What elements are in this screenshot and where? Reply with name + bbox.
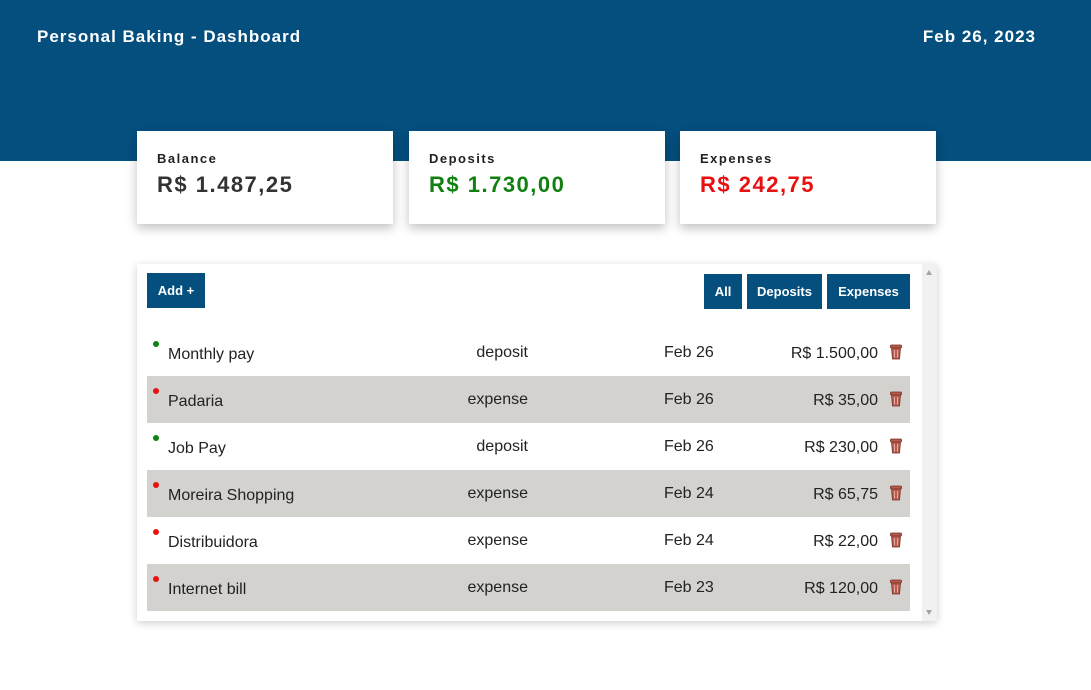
transaction-row: Internet bill expense Feb 23 R$ 120,00 [147, 564, 910, 611]
deposits-card: Deposits R$ 1.730,00 [409, 131, 665, 224]
deposit-dot-icon [153, 341, 159, 347]
transaction-name: Distribuidora [168, 534, 258, 551]
transaction-name: Moreira Shopping [168, 487, 295, 504]
transaction-date: Feb 26 [664, 344, 714, 361]
expenses-card: Expenses R$ 242,75 [680, 131, 936, 224]
balance-amount: R$ 1.487,25 [157, 172, 294, 197]
trash-icon[interactable] [890, 391, 902, 407]
transaction-value: R$ 22,00 [813, 533, 878, 550]
transaction-row: Moreira Shopping expense Feb 24 R$ 65,75 [147, 470, 910, 517]
transaction-type: deposit [476, 438, 528, 455]
transaction-value: R$ 1.500,00 [790, 345, 878, 362]
transaction-value: R$ 65,75 [813, 486, 878, 503]
transaction-type: expense [467, 532, 529, 549]
transaction-value: R$ 120,00 [804, 580, 878, 597]
expense-dot-icon [153, 529, 159, 535]
trash-icon[interactable] [890, 438, 902, 454]
transaction-type: expense [467, 391, 529, 408]
transaction-name: Monthly pay [168, 346, 255, 363]
scroll-up-arrow-icon[interactable] [926, 270, 932, 275]
transaction-row: Job Pay deposit Feb 26 R$ 230,00 [147, 423, 910, 470]
deposit-dot-icon [153, 435, 159, 441]
transaction-date: Feb 23 [664, 579, 714, 596]
trash-icon[interactable] [890, 344, 902, 360]
transaction-date: Feb 26 [664, 391, 714, 408]
expense-dot-icon [153, 482, 159, 488]
expenses-label: Expenses [700, 151, 773, 166]
trash-icon[interactable] [890, 579, 902, 595]
trash-icon[interactable] [890, 485, 902, 501]
transaction-type: expense [467, 579, 529, 596]
deposits-amount: R$ 1.730,00 [429, 172, 566, 197]
transaction-value: R$ 230,00 [804, 439, 878, 456]
transaction-name: Job Pay [168, 440, 226, 457]
scroll-down-arrow-icon[interactable] [926, 610, 932, 615]
filter-deposits-button[interactable]: Deposits [747, 274, 822, 309]
header-date: Feb 26, 2023 [922, 27, 1036, 46]
transaction-type: deposit [476, 344, 528, 361]
deposits-label: Deposits [429, 151, 496, 166]
vertical-scrollbar[interactable] [922, 264, 937, 621]
expenses-amount: R$ 242,75 [700, 172, 816, 197]
trash-icon[interactable] [890, 532, 902, 548]
transaction-value: R$ 35,00 [813, 392, 878, 409]
expense-dot-icon [153, 576, 159, 582]
add-transaction-button[interactable]: Add + [147, 273, 205, 308]
transaction-row: Monthly pay deposit Feb 26 R$ 1.500,00 [147, 329, 910, 376]
transaction-type: expense [467, 485, 529, 502]
transaction-date: Feb 26 [664, 438, 714, 455]
balance-label: Balance [157, 151, 218, 166]
transactions-list: Monthly pay deposit Feb 26 R$ 1.500,00 Padar… [147, 329, 910, 611]
transaction-name: Internet bill [168, 581, 247, 598]
transaction-row: Distribuidora expense Feb 24 R$ 22,00 [147, 517, 910, 564]
transactions-panel: Add + All Deposits Expenses Monthly pay d… [137, 264, 937, 621]
transaction-date: Feb 24 [664, 532, 714, 549]
app-title: Personal Baking - Dashboard [37, 27, 302, 46]
filter-expenses-button[interactable]: Expenses [827, 274, 910, 309]
filter-all-button[interactable]: All [704, 274, 742, 309]
expense-dot-icon [153, 388, 159, 394]
balance-card: Balance R$ 1.487,25 [137, 131, 393, 224]
transaction-date: Feb 24 [664, 485, 714, 502]
transaction-name: Padaria [168, 393, 224, 410]
transaction-row: Padaria expense Feb 26 R$ 35,00 [147, 376, 910, 423]
